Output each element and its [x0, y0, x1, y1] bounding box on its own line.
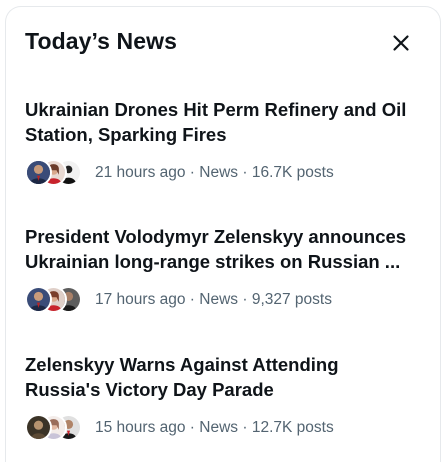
news-headline-line: Russia's Victory Day Parade — [25, 379, 274, 400]
meta-separator: · — [185, 164, 200, 181]
news-time: 15 hours ago — [95, 419, 186, 436]
avatar-man-suit-icon — [25, 159, 52, 186]
meta-separator: · — [185, 419, 200, 436]
news-item[interactable]: Zelenskyy Warns Against Attending Russia… — [25, 352, 425, 444]
news-headline: Ukrainian Drones Hit Perm Refinery and O… — [25, 97, 423, 147]
news-category: News — [199, 291, 239, 308]
news-item[interactable]: Ukrainian Drones Hit Perm Refinery and O… — [25, 97, 425, 189]
news-meta-text: 15 hours ago · News · 12.7K posts — [95, 419, 334, 437]
news-time: 21 hours ago — [95, 164, 186, 181]
panel-header: Today’s News — [6, 7, 440, 79]
news-meta: 17 hours ago · News · 9,327 posts — [25, 284, 425, 316]
news-post-count: 16.7K posts — [251, 164, 334, 181]
news-headline-line: President Volodymyr Zelenskyy announces — [25, 226, 407, 247]
news-item[interactable]: President Volodymyr Zelenskyy announces … — [25, 224, 425, 316]
news-headline-line: Zelenskyy Warns Against Attending — [25, 354, 339, 375]
news-time: 17 hours ago — [95, 291, 186, 308]
news-category: News — [199, 419, 239, 436]
news-headline-line: Ukrainian long-range strikes on Russian … — [25, 251, 401, 272]
news-post-count: 12.7K posts — [251, 419, 334, 436]
news-category: News — [199, 164, 239, 181]
todays-news-panel: Today’s News Ukrainian Drones Hit Perm R… — [5, 6, 441, 462]
avatar-stack — [25, 157, 89, 189]
avatar-stack — [25, 412, 89, 444]
close-button[interactable] — [389, 31, 413, 55]
meta-separator: · — [185, 291, 200, 308]
avatar-man-suit-icon — [25, 286, 52, 313]
avatar-stack — [25, 284, 89, 316]
close-icon — [393, 35, 409, 51]
news-headline: President Volodymyr Zelenskyy announces … — [25, 224, 423, 274]
news-meta: 15 hours ago · News · 12.7K posts — [25, 412, 425, 444]
news-post-count: 9,327 posts — [251, 291, 332, 308]
news-headline-line: Station, Sparking Fires — [25, 124, 227, 145]
avatar-dark-figure-icon — [25, 414, 52, 441]
news-meta-text: 17 hours ago · News · 9,327 posts — [95, 291, 332, 309]
meta-separator: · — [238, 419, 252, 436]
news-meta: 21 hours ago · News · 16.7K posts — [25, 157, 425, 189]
news-meta-text: 21 hours ago · News · 16.7K posts — [95, 164, 334, 182]
news-headline-line: Ukrainian Drones Hit Perm Refinery and O… — [25, 99, 407, 120]
meta-separator: · — [238, 291, 252, 308]
meta-separator: · — [238, 164, 252, 181]
news-headline: Zelenskyy Warns Against Attending Russia… — [25, 352, 423, 402]
panel-title: Today’s News — [25, 28, 178, 54]
